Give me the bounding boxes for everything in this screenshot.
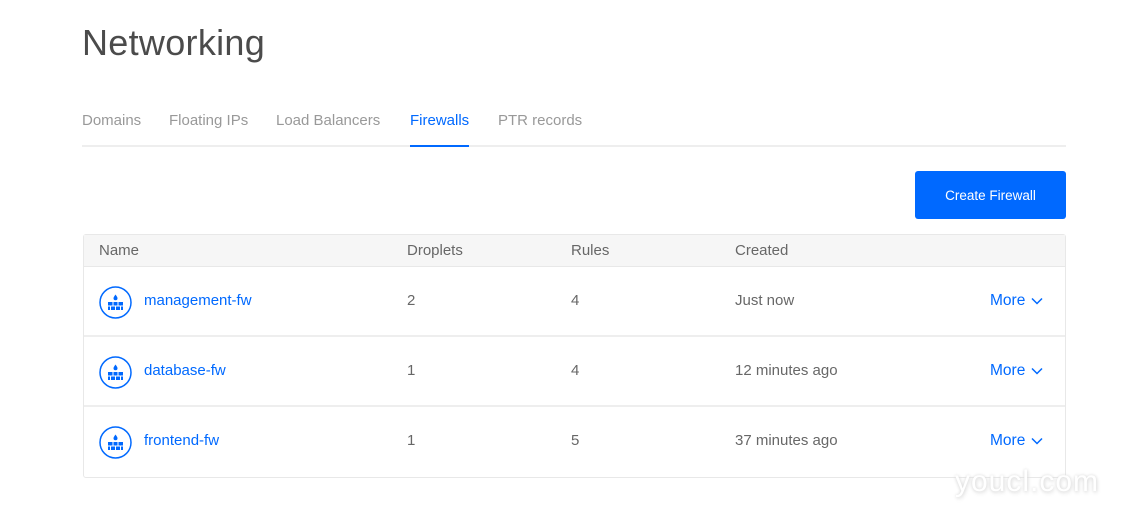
column-header-droplets[interactable]: Droplets (407, 242, 463, 259)
droplets-count: 2 (407, 292, 415, 309)
firewall-icon (99, 426, 132, 459)
tab-domains[interactable]: Domains (82, 112, 141, 147)
firewall-name-link[interactable]: frontend-fw (144, 432, 219, 449)
more-dropdown[interactable]: More (990, 432, 1043, 450)
chevron-down-icon (1031, 437, 1043, 445)
networking-tabs: Domains Floating IPs Load Balancers Fire… (82, 110, 1066, 147)
firewall-icon (99, 286, 132, 319)
tab-ptr-records[interactable]: PTR records (498, 112, 582, 147)
watermark: youcl.com (955, 465, 1099, 499)
droplets-count: 1 (407, 432, 415, 449)
chevron-down-icon (1031, 367, 1043, 375)
tab-floating-ips[interactable]: Floating IPs (169, 112, 248, 147)
column-header-name[interactable]: Name (99, 242, 139, 259)
created-time: Just now (735, 292, 794, 309)
page-title: Networking (82, 22, 265, 64)
firewall-name-link[interactable]: management-fw (144, 292, 252, 309)
more-dropdown[interactable]: More (990, 362, 1043, 380)
firewall-icon (99, 356, 132, 389)
tab-firewalls[interactable]: Firewalls (410, 112, 469, 147)
droplets-count: 1 (407, 362, 415, 379)
more-dropdown[interactable]: More (990, 292, 1043, 310)
rules-count: 4 (571, 292, 579, 309)
created-time: 12 minutes ago (735, 362, 838, 379)
chevron-down-icon (1031, 297, 1043, 305)
more-label: More (990, 292, 1025, 310)
tab-load-balancers[interactable]: Load Balancers (276, 112, 380, 147)
table-row: management-fw 2 4 Just now More (84, 267, 1065, 337)
table-row: frontend-fw 1 5 37 minutes ago More (84, 407, 1065, 477)
column-header-created[interactable]: Created (735, 242, 788, 259)
rules-count: 4 (571, 362, 579, 379)
more-label: More (990, 432, 1025, 450)
table-header: Name Droplets Rules Created (84, 235, 1065, 267)
table-row: database-fw 1 4 12 minutes ago More (84, 337, 1065, 407)
create-firewall-button[interactable]: Create Firewall (915, 171, 1066, 219)
rules-count: 5 (571, 432, 579, 449)
more-label: More (990, 362, 1025, 380)
firewalls-table: Name Droplets Rules Created management-f… (83, 234, 1066, 478)
column-header-rules[interactable]: Rules (571, 242, 609, 259)
created-time: 37 minutes ago (735, 432, 838, 449)
firewall-name-link[interactable]: database-fw (144, 362, 226, 379)
